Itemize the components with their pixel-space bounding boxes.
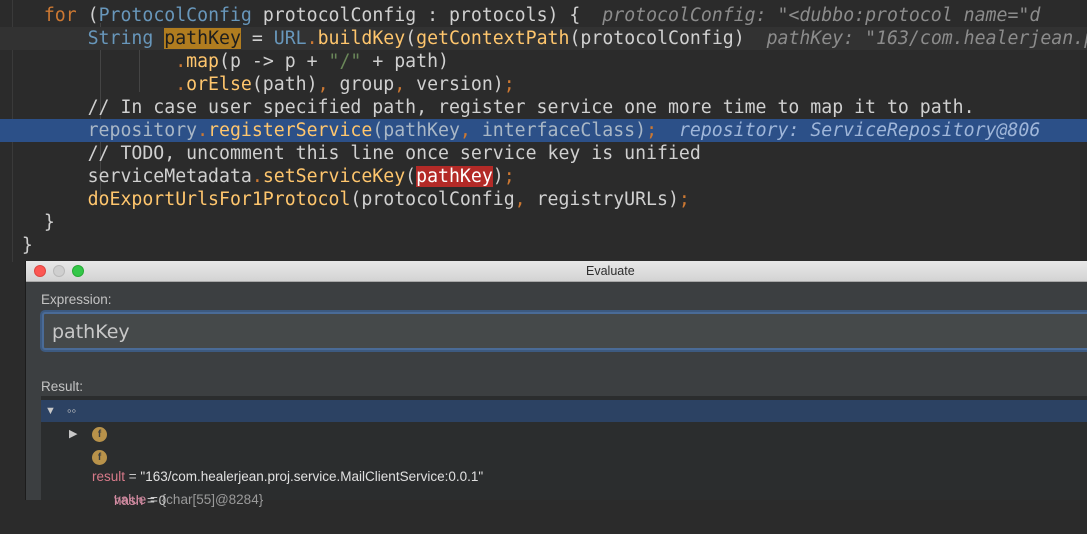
code-token: , [394,74,417,95]
expression-input[interactable]: pathKey [42,312,1087,350]
result-text: result = "163/com.healerjean.proj.servic… [92,466,483,488]
code-token: ; [678,189,690,210]
code-line[interactable]: // TODO, uncomment this line once servic… [0,142,1087,165]
glasses-icon: ◦◦ [67,403,77,418]
field-eq: = [143,493,159,508]
result-row[interactable]: ▼ ◦◦ result = "163/com.healerjean.proj.s… [41,400,1087,484]
code-token: getContextPath [416,28,570,49]
result-label: Result: [41,379,84,394]
code-token: map [186,51,220,72]
code-token: ( [405,28,417,49]
field-text: hash = 0 [114,490,166,512]
code-token: doExportUrlsFor1Protocol [87,189,351,210]
code-token: , [317,74,340,95]
code-line[interactable]: // In case user specified path, register… [0,96,1087,119]
result-eq: = [125,469,141,484]
code-token: . [175,74,187,95]
code-token: . [306,28,318,49]
code-token: ProtocolConfig [98,5,252,26]
field-row-hash[interactable]: f hash = 0 [41,446,1087,508]
code-token: } [43,212,55,233]
code-token: String [87,28,165,49]
code-token: URL [273,28,307,49]
collapse-arrow-icon[interactable]: ▶ [69,423,77,445]
code-line[interactable]: repository.registerService(pathKey, inte… [0,119,1087,142]
code-line[interactable]: String pathKey = URL.buildKey(getContext… [0,27,1087,50]
code-token: // TODO, uncomment this line once servic… [87,143,701,164]
code-token: (path) [251,74,318,95]
code-token: // In case user specified path, register… [87,97,975,118]
code-token: group [339,74,395,95]
code-token: "/" [328,51,362,72]
code-token: version) [416,74,504,95]
code-token: for [43,5,77,26]
code-token: protocolConfig : protocols) { [251,5,603,26]
code-token: registryURLs) [536,189,679,210]
code-token: ) [492,166,504,187]
code-token: ( [405,166,417,187]
code-token: = [240,28,274,49]
code-token: ( [76,5,99,26]
inline-debug-hint: pathKey: "163/com.healerjean.proj [766,28,1087,49]
code-token: repository [87,120,198,141]
dialog-titlebar[interactable]: Evaluate [26,261,1087,282]
code-token: } [21,235,33,256]
code-token: ; [646,120,679,141]
result-tree[interactable]: ▼ ◦◦ result = "163/com.healerjean.proj.s… [41,396,1087,508]
highlighted-token: pathKey [164,28,241,49]
code-line[interactable]: } [0,234,1087,257]
code-line[interactable]: .orElse(path), group, version); [0,73,1087,96]
result-name: result [92,469,126,484]
code-token: orElse [186,74,252,95]
inline-debug-hint: protocolConfig: "<dubbo:protocol name="d [602,5,1041,26]
result-value: "163/com.healerjean.proj.service.MailCli… [140,469,484,484]
field-icon: f [92,427,107,442]
code-token: ; [503,166,515,187]
evaluate-dialog: Evaluate Expression: pathKey Result: ▼ ◦… [25,261,1087,508]
field-row-value[interactable]: ▶ f value = {char[55]@8284} [41,423,1087,507]
expand-arrow-icon[interactable]: ▼ [45,400,56,422]
dialog-title: Evaluate [586,264,635,278]
expression-label: Expression: [41,292,112,307]
code-line[interactable]: serviceMetadata.setServiceKey(pathKey); [0,165,1087,188]
code-token: . [197,120,209,141]
code-token: , [459,120,482,141]
code-token: buildKey [317,28,406,49]
code-token: serviceMetadata [87,166,252,187]
code-editor[interactable]: for (ProtocolConfig protocolConfig : pro… [0,0,1087,262]
field-value: 0 [158,493,167,508]
code-token: ; [503,74,515,95]
code-line[interactable]: .map(p -> p + "/" + path) [0,50,1087,73]
code-token: registerService [208,120,373,141]
code-token: (protocolConfig [350,189,515,210]
code-token: (pathKey [372,120,460,141]
code-token: + path) [361,51,449,72]
code-token: . [175,51,187,72]
inline-debug-hint: repository: ServiceRepository@806 [678,120,1041,141]
code-line[interactable]: doExportUrlsFor1Protocol(protocolConfig,… [0,188,1087,211]
code-token: . [251,166,263,187]
expression-value: pathKey [52,321,130,343]
code-token: (p -> p + [219,51,329,72]
field-icon: f [92,450,107,465]
code-token: , [514,189,537,210]
code-token: interfaceClass) [481,120,647,141]
code-line[interactable]: } [0,211,1087,234]
code-line[interactable]: for (ProtocolConfig protocolConfig : pro… [0,4,1087,27]
highlighted-token: pathKey [416,166,493,187]
code-token: setServiceKey [262,166,406,187]
field-name: hash [114,493,144,508]
code-token: (protocolConfig) [569,28,767,49]
